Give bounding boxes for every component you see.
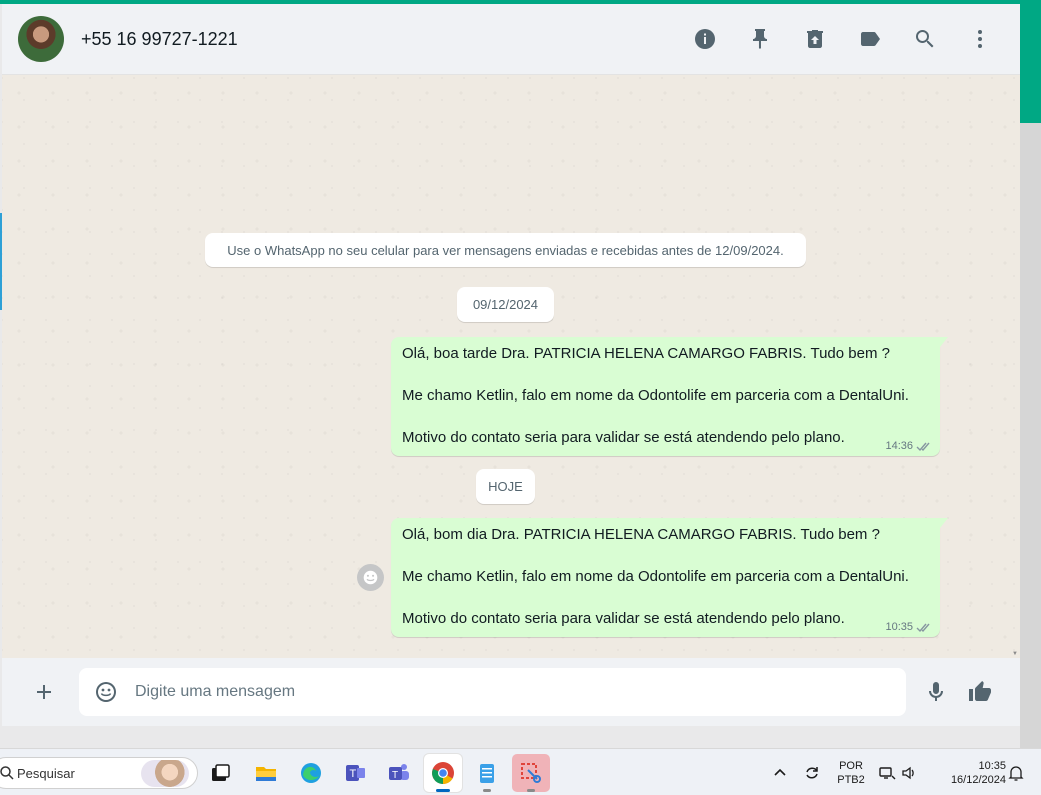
message-meta: 10:35 — [885, 621, 932, 633]
react-emoji-button[interactable] — [357, 564, 384, 591]
double-check-icon — [916, 623, 930, 632]
info-icon[interactable] — [690, 24, 720, 54]
microphone-icon[interactable] — [922, 678, 950, 706]
task-view-icon[interactable] — [201, 754, 239, 792]
delete-icon[interactable] — [800, 24, 830, 54]
whatsapp-window: +55 16 99727-1221 Use o WhatsApp no seu … — [2, 4, 1020, 726]
contact-avatar[interactable] — [18, 16, 64, 62]
search-icon — [0, 766, 14, 780]
chrome-icon[interactable] — [424, 754, 462, 792]
sync-icon[interactable] — [802, 763, 822, 783]
date-divider: 09/12/2024 — [457, 287, 554, 322]
taskbar-search[interactable]: Pesquisar — [0, 757, 198, 789]
message-input[interactable] — [135, 668, 895, 716]
message-line: Me chamo Ketlin, falo em nome da Odontol… — [402, 568, 909, 585]
encryption-notice: Use o WhatsApp no seu celular para ver m… — [205, 233, 806, 267]
notepad-icon[interactable] — [468, 754, 506, 792]
contact-name[interactable]: +55 16 99727-1221 — [81, 29, 238, 50]
clock[interactable]: 10:35 16/12/2024 — [930, 759, 1006, 787]
sticker-icon[interactable] — [92, 678, 120, 706]
background-window-edge-gray — [1020, 123, 1041, 748]
file-explorer-icon[interactable] — [247, 754, 285, 792]
menu-icon[interactable] — [965, 24, 995, 54]
message-box — [79, 668, 906, 716]
message-pane[interactable]: Use o WhatsApp no seu celular para ver m… — [2, 76, 1020, 658]
message-line: Me chamo Ketlin, falo em nome da Odontol… — [402, 387, 909, 404]
microsoft-teams-icon[interactable]: T — [380, 754, 418, 792]
language-code: POR — [839, 760, 863, 772]
windows-taskbar: Pesquisar T T POR PTB2 10:35 16/12/2024 — [0, 748, 1041, 795]
double-check-icon — [916, 442, 930, 451]
network-icon[interactable] — [877, 763, 897, 783]
outgoing-message[interactable]: Olá, boa tarde Dra. PATRICIA HELENA CAMA… — [391, 337, 948, 456]
chat-header: +55 16 99727-1221 — [2, 4, 1020, 75]
notifications-icon[interactable] — [1006, 763, 1026, 783]
svg-text:T: T — [350, 768, 357, 780]
message-line: Olá, bom dia Dra. PATRICIA HELENA CAMARG… — [402, 526, 880, 543]
svg-text:T: T — [392, 770, 398, 781]
clock-date: 16/12/2024 — [950, 774, 1006, 786]
edge-browser-icon[interactable] — [292, 754, 330, 792]
chevron-up-icon[interactable] — [770, 763, 790, 783]
background-window-edge — [1020, 4, 1041, 123]
keyboard-layout: PTB2 — [837, 774, 865, 786]
attach-plus-icon[interactable] — [30, 678, 58, 706]
outgoing-message[interactable]: Olá, bom dia Dra. PATRICIA HELENA CAMARG… — [391, 518, 948, 637]
message-line: Olá, boa tarde Dra. PATRICIA HELENA CAMA… — [402, 345, 890, 362]
message-line: Motivo do contato seria para validar se … — [402, 429, 845, 446]
volume-icon[interactable] — [899, 763, 919, 783]
search-icon[interactable] — [910, 24, 940, 54]
message-line: Motivo do contato seria para validar se … — [402, 610, 845, 627]
smiley-icon — [363, 570, 378, 585]
teams-classroom-icon[interactable]: T — [336, 754, 374, 792]
message-time: 14:36 — [885, 440, 913, 452]
search-label: Pesquisar — [17, 766, 75, 781]
label-icon[interactable] — [855, 24, 885, 54]
input-language[interactable]: POR PTB2 — [835, 759, 867, 787]
date-divider: HOJE — [476, 469, 535, 504]
search-highlight-image — [141, 760, 189, 787]
message-time: 10:35 — [885, 621, 913, 633]
clock-time: 10:35 — [978, 760, 1006, 772]
snipping-tool-icon[interactable] — [512, 754, 550, 792]
scroll-down-arrow[interactable]: ▼ — [1012, 651, 1018, 657]
message-composer — [2, 658, 1020, 726]
pin-icon[interactable] — [745, 24, 775, 54]
thumbs-up-icon[interactable] — [966, 678, 994, 706]
message-meta: 14:36 — [885, 440, 932, 452]
